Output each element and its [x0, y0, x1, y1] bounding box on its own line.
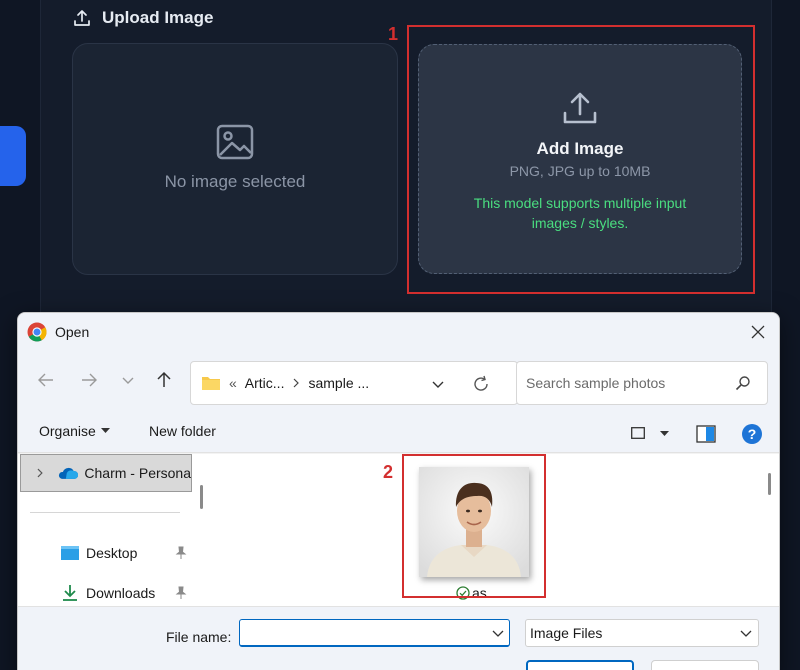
search-input[interactable] [526, 362, 726, 404]
file-pane-scrollbar[interactable] [768, 473, 771, 495]
close-icon [751, 325, 765, 339]
caret-down-icon [100, 428, 110, 433]
dialog-titlebar: Open [18, 313, 779, 351]
upload-heading-label: Upload Image [102, 8, 214, 27]
cancel-button[interactable] [651, 660, 759, 670]
nav-item-label: Charm - Persona [84, 465, 191, 481]
refresh-icon[interactable] [471, 374, 491, 394]
recent-locations-chevron-icon[interactable] [118, 370, 138, 390]
desktop-icon [61, 546, 79, 560]
address-history-chevron-icon[interactable] [429, 375, 447, 393]
search-icon[interactable] [735, 375, 751, 391]
open-button[interactable] [526, 660, 634, 670]
breadcrumb-item[interactable]: sample ... [308, 375, 369, 391]
chevron-down-icon [740, 630, 752, 637]
pin-icon [175, 546, 187, 559]
back-arrow-icon[interactable] [36, 370, 56, 390]
new-folder-label: New folder [149, 423, 216, 439]
nav-item-desktop[interactable]: Desktop [60, 544, 137, 562]
dialog-title: Open [55, 324, 90, 340]
sidebar-active-tab[interactable] [0, 126, 26, 186]
pin-icon [175, 586, 187, 599]
folder-icon [202, 377, 220, 390]
upload-heading: Upload Image [72, 6, 213, 30]
highlight-box-1 [407, 25, 755, 294]
file-type-value: Image Files [530, 625, 603, 641]
nav-item-downloads[interactable]: Downloads [60, 584, 155, 602]
nav-item-label: Downloads [86, 585, 156, 601]
dialog-bottom-bar: File name: Image Files [18, 606, 779, 670]
help-icon[interactable]: ? [741, 423, 763, 445]
change-view-icon[interactable] [631, 427, 645, 439]
step-marker-2: 2 [383, 462, 394, 482]
chevron-down-icon[interactable] [492, 628, 504, 638]
onedrive-cloud-icon [58, 467, 78, 479]
file-name-combobox[interactable] [239, 619, 510, 647]
file-name-field-label: File name: [166, 629, 232, 645]
breadcrumb-overflow[interactable]: « [229, 375, 237, 391]
no-image-text: No image selected [164, 172, 306, 191]
organise-menu-button[interactable]: Organise [39, 423, 110, 439]
dialog-navbar: « Artic... sample ... [18, 351, 779, 409]
new-folder-button[interactable]: New folder [149, 423, 216, 439]
svg-text:?: ? [748, 426, 757, 442]
image-placeholder-icon [216, 124, 254, 160]
up-arrow-icon[interactable] [154, 370, 174, 390]
chrome-icon [27, 322, 47, 342]
forward-arrow-icon[interactable] [79, 370, 99, 390]
organise-label: Organise [39, 423, 96, 439]
file-name-input[interactable] [246, 620, 476, 646]
file-type-select[interactable]: Image Files [525, 619, 759, 647]
nav-item-label: Desktop [86, 545, 138, 561]
step-marker-1: 1 [388, 24, 399, 44]
nav-item-onedrive[interactable]: Charm - Persona [20, 454, 192, 492]
expand-chevron-icon[interactable] [35, 468, 45, 478]
nav-divider [30, 512, 180, 513]
open-file-dialog: Open « Artic... sample ... Search sample… [17, 312, 780, 670]
search-box[interactable] [516, 361, 768, 405]
nav-pane-scrollbar[interactable] [200, 485, 203, 509]
download-icon [63, 585, 77, 601]
navigation-pane: Charm - Persona Desktop Downloads [18, 454, 212, 606]
breadcrumb-item[interactable]: Artic... [245, 375, 285, 391]
view-options-caret-icon[interactable] [660, 431, 669, 437]
image-preview-empty: No image selected [72, 43, 398, 275]
address-bar[interactable]: « Artic... sample ... [190, 361, 518, 405]
close-button[interactable] [747, 321, 769, 343]
upload-icon [74, 10, 90, 26]
preview-pane-icon[interactable] [696, 425, 716, 443]
breadcrumb-chevron-icon [294, 378, 300, 388]
highlight-box-2 [402, 454, 546, 598]
